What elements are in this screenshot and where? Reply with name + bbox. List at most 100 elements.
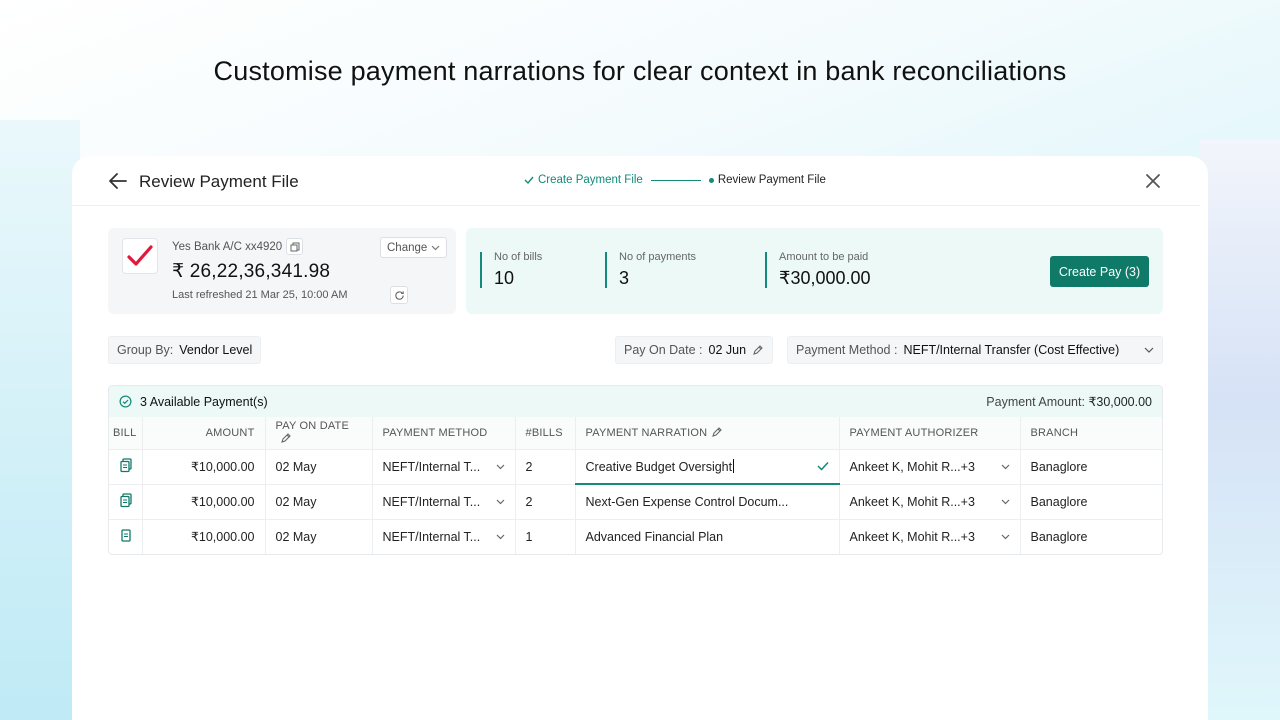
check-icon bbox=[524, 176, 534, 185]
branch-cell: Banaglore bbox=[1020, 484, 1162, 520]
bill-icon[interactable] bbox=[119, 528, 133, 543]
date-cell[interactable]: 02 May bbox=[265, 519, 373, 554]
table-row: ₹10,000.00 02 May NEFT/Internal T... 1 A… bbox=[109, 519, 1162, 554]
table-row: ₹10,000.00 02 May NEFT/Internal T... 2 N… bbox=[109, 484, 1162, 520]
method-value: NEFT/Internal T... bbox=[382, 494, 481, 509]
chevron-down-icon bbox=[1144, 347, 1154, 353]
bills-value: 10 bbox=[494, 268, 515, 288]
date-cell[interactable]: 02 May bbox=[265, 484, 373, 520]
back-arrow-icon[interactable] bbox=[108, 172, 128, 190]
col-bill: BILL bbox=[109, 417, 143, 450]
chevron-down-icon bbox=[1001, 534, 1009, 540]
step-dot bbox=[708, 177, 714, 183]
payment-amount-total: Payment Amount: ₹30,000.00 bbox=[986, 394, 1152, 409]
bill-cell[interactable] bbox=[109, 449, 143, 485]
method-select[interactable]: NEFT/Internal T... bbox=[372, 449, 516, 485]
col-pay-on-date-label: PAY ON DATE bbox=[275, 420, 350, 433]
payments-value: 3 bbox=[619, 268, 630, 288]
refresh-icon[interactable] bbox=[390, 286, 408, 304]
payments-grid: BILL AMOUNT PAY ON DATE PAYMENT METHOD #… bbox=[109, 417, 1162, 554]
bill-cell[interactable] bbox=[109, 519, 143, 554]
method-select[interactable]: NEFT/Internal T... bbox=[372, 519, 516, 554]
bills-label: No of bills bbox=[494, 251, 543, 263]
bills-cell: 2 bbox=[515, 484, 576, 520]
bills-cell: 2 bbox=[515, 449, 576, 485]
method-value: NEFT/Internal T... bbox=[382, 459, 481, 474]
stat-payments: No of payments 3 bbox=[605, 251, 696, 288]
check-circle-icon bbox=[119, 395, 132, 408]
authorizer-value: Ankeet K, Mohit R...+3 bbox=[849, 459, 975, 474]
pay-on-value: 02 Jun bbox=[708, 343, 747, 357]
chevron-down-icon bbox=[431, 245, 440, 250]
amount-value: ₹30,000.00 bbox=[779, 268, 871, 288]
method-value: NEFT/Internal T... bbox=[382, 529, 481, 544]
payments-table: 3 Available Payment(s) Payment Amount: ₹… bbox=[108, 385, 1163, 555]
col-branch: BRANCH bbox=[1020, 417, 1162, 450]
authorizer-select[interactable]: Ankeet K, Mohit R...+3 bbox=[839, 519, 1021, 554]
stat-amount: Amount to be paid ₹30,000.00 bbox=[765, 251, 871, 288]
authorizer-select[interactable]: Ankeet K, Mohit R...+3 bbox=[839, 484, 1021, 520]
chevron-down-icon bbox=[1001, 464, 1009, 469]
amount-label: Amount to be paid bbox=[779, 251, 869, 263]
change-account-button[interactable]: Change bbox=[380, 237, 448, 258]
stat-bills: No of bills 10 bbox=[480, 251, 543, 288]
step-review-payment-file: Review Payment File bbox=[708, 174, 826, 186]
authorizer-value: Ankeet K, Mohit R...+3 bbox=[849, 494, 975, 509]
chevron-down-icon bbox=[496, 534, 504, 540]
amount-cell: ₹10,000.00 bbox=[142, 484, 266, 520]
narration-input[interactable]: Creative Budget Oversight bbox=[575, 449, 840, 485]
step-connector bbox=[650, 179, 701, 181]
group-by-label: Group By: bbox=[117, 343, 174, 357]
authorizer-value: Ankeet K, Mohit R...+3 bbox=[849, 529, 975, 544]
pencil-icon[interactable] bbox=[752, 344, 764, 356]
background-decoration-right bbox=[1200, 140, 1280, 720]
table-row: ₹10,000.00 02 May NEFT/Internal T... 2 C… bbox=[109, 449, 1162, 485]
bill-icon[interactable] bbox=[119, 457, 133, 473]
bill-cell[interactable] bbox=[109, 484, 143, 520]
card-header: Review Payment File Create Payment File … bbox=[72, 156, 1200, 206]
last-refreshed: Last refreshed 21 Mar 25, 10:00 AM bbox=[172, 289, 348, 301]
pay-on-label: Pay On Date : bbox=[624, 343, 703, 357]
narration-input[interactable]: Advanced Financial Plan bbox=[575, 519, 840, 554]
method-select[interactable]: NEFT/Internal T... bbox=[372, 484, 516, 520]
payment-method-label: Payment Method : bbox=[796, 343, 898, 357]
date-cell[interactable]: 02 May bbox=[265, 449, 373, 485]
check-icon[interactable] bbox=[816, 461, 829, 471]
chevron-down-icon bbox=[1001, 499, 1009, 504]
bank-logo-icon bbox=[122, 238, 158, 274]
review-payment-card: Review Payment File Create Payment File … bbox=[72, 156, 1208, 720]
copy-icon[interactable] bbox=[286, 238, 303, 255]
step-current-label: Review Payment File bbox=[717, 174, 826, 186]
step-done-label: Create Payment File bbox=[538, 174, 643, 186]
group-by-filter[interactable]: Group By: Vendor Level bbox=[108, 336, 262, 364]
col-amount: AMOUNT bbox=[142, 417, 266, 450]
pencil-icon[interactable] bbox=[711, 426, 723, 438]
branch-cell: Banaglore bbox=[1020, 449, 1162, 485]
available-payments: 3 Available Payment(s) bbox=[119, 395, 268, 409]
authorizer-select[interactable]: Ankeet K, Mohit R...+3 bbox=[839, 449, 1021, 485]
col-payment-authorizer: PAYMENT AUTHORIZER bbox=[839, 417, 1021, 450]
col-bills: #BILLS bbox=[515, 417, 576, 450]
bill-icon[interactable] bbox=[119, 492, 133, 508]
pencil-icon[interactable] bbox=[280, 432, 292, 444]
narration-input[interactable]: Next-Gen Expense Control Docum... bbox=[575, 484, 840, 520]
pay-on-date-filter[interactable]: Pay On Date : 02 Jun bbox=[615, 336, 774, 364]
close-icon[interactable] bbox=[1144, 172, 1162, 190]
step-create-payment-file[interactable]: Create Payment File bbox=[524, 174, 643, 186]
account-balance: ₹ 26,22,36,341.98 bbox=[172, 261, 331, 282]
bank-account-panel: Yes Bank A/C xx4920 Change ₹ 26,22,36,34… bbox=[108, 228, 456, 314]
chevron-down-icon bbox=[496, 464, 504, 469]
group-by-value: Vendor Level bbox=[179, 343, 253, 357]
payment-amount-label: Payment Amount: bbox=[986, 395, 1085, 409]
create-pay-button[interactable]: Create Pay (3) bbox=[1050, 256, 1149, 287]
text-caret bbox=[733, 458, 735, 473]
background-decoration-left bbox=[0, 120, 80, 720]
chevron-down-icon bbox=[496, 499, 504, 504]
change-label: Change bbox=[387, 241, 428, 254]
col-payment-narration-label: PAYMENT NARRATION bbox=[585, 427, 708, 440]
col-pay-on-date[interactable]: PAY ON DATE bbox=[265, 417, 373, 450]
col-payment-narration[interactable]: PAYMENT NARRATION bbox=[575, 417, 840, 450]
bank-account-name: Yes Bank A/C xx4920 bbox=[172, 241, 283, 253]
payment-summary-panel: No of bills 10 No of payments 3 Amount t… bbox=[466, 228, 1163, 314]
payment-method-filter[interactable]: Payment Method : NEFT/Internal Transfer … bbox=[787, 336, 1163, 364]
